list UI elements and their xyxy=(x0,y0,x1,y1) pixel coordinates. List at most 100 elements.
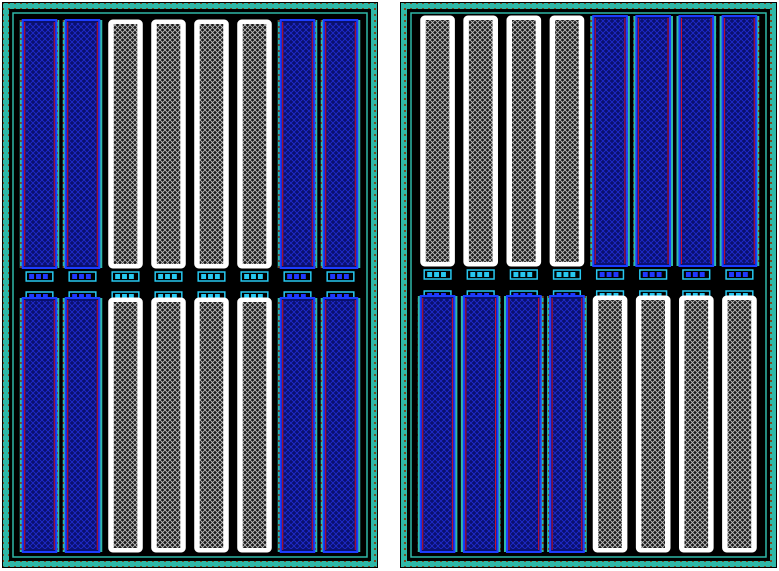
contact-square xyxy=(165,274,170,279)
finger-hatch xyxy=(682,19,711,263)
contact-square xyxy=(128,274,134,279)
contact-square xyxy=(649,272,655,277)
finger-hatch xyxy=(242,302,267,548)
finger-hatch xyxy=(156,302,181,548)
top-row-finger-7-blue xyxy=(277,19,318,269)
contact-square xyxy=(79,274,84,279)
bottom-row-finger-1-blue xyxy=(19,297,60,553)
top-row-finger-1-white xyxy=(420,15,455,267)
contact-square xyxy=(343,274,349,279)
contact-square xyxy=(300,274,306,279)
finger-hatch xyxy=(25,301,54,549)
contact-square xyxy=(699,272,705,277)
contact-square xyxy=(685,272,691,277)
bottom-row-finger-8-white xyxy=(722,295,757,553)
finger-hatch xyxy=(326,301,355,549)
contact-square xyxy=(656,272,662,277)
top-row-finger-8-blue xyxy=(320,19,361,269)
contact-square xyxy=(606,272,612,277)
top-row-finger-2-white xyxy=(463,15,499,267)
top-row-finger-1-blue xyxy=(19,19,60,269)
top-row-finger-4-white xyxy=(549,15,585,267)
contact-square xyxy=(729,272,734,277)
bottom-row-finger-6-white xyxy=(237,297,272,553)
finger-hatch xyxy=(68,23,97,265)
contact-square xyxy=(294,274,299,279)
contact-square xyxy=(692,272,698,277)
top-row-finger-5-blue xyxy=(590,15,630,267)
finger-hatch xyxy=(466,299,495,549)
finger-hatch xyxy=(283,301,312,549)
finger-hatch xyxy=(727,300,752,548)
finger-hatch xyxy=(199,24,224,264)
bottom-row-finger-7-blue xyxy=(277,297,318,553)
contact-square xyxy=(477,272,483,277)
bottom-row-finger-3-white xyxy=(108,297,143,553)
contact-square xyxy=(470,272,476,277)
contact-square xyxy=(85,274,91,279)
bottom-row-finger-2-blue xyxy=(460,295,501,553)
bottom-row-finger-4-blue xyxy=(547,295,587,553)
contact-square xyxy=(115,274,121,279)
contact-square xyxy=(171,274,177,279)
contact-square xyxy=(257,274,263,279)
contact-square xyxy=(330,274,336,279)
contact-square xyxy=(556,272,562,277)
top-row-finger-8-blue xyxy=(719,15,760,267)
contact-square xyxy=(563,272,569,277)
contact-square xyxy=(42,274,48,279)
bottom-row-finger-1-blue xyxy=(417,295,458,553)
contact-square xyxy=(513,272,519,277)
finger-hatch xyxy=(725,19,754,263)
contact-square xyxy=(527,272,533,277)
contact-square xyxy=(613,272,619,277)
top-row-finger-7-blue xyxy=(676,15,717,267)
contact-square xyxy=(599,272,605,277)
bottom-row-finger-4-white xyxy=(151,297,186,553)
finger-hatch xyxy=(553,299,581,549)
finger-hatch xyxy=(113,302,138,548)
finger-hatch xyxy=(25,23,54,265)
contact-square xyxy=(208,274,213,279)
contact-square xyxy=(642,272,648,277)
contact-square xyxy=(72,274,78,279)
contact-square xyxy=(735,272,741,277)
finger-hatch xyxy=(641,300,666,548)
finger-hatch xyxy=(684,300,709,548)
contact-square xyxy=(427,272,433,277)
contact-square xyxy=(36,274,41,279)
contact-square xyxy=(158,274,164,279)
finger-hatch xyxy=(326,23,355,265)
bottom-row-finger-5-white xyxy=(592,295,628,553)
contact-square xyxy=(434,272,440,277)
cells-root xyxy=(2,2,777,568)
top-row-finger-3-white xyxy=(108,19,143,269)
layout-canvas xyxy=(2,2,777,568)
finger-hatch xyxy=(639,19,668,263)
finger-hatch xyxy=(598,300,622,548)
top-row-finger-6-white xyxy=(237,19,272,269)
top-row-finger-2-blue xyxy=(62,19,103,269)
contact-square xyxy=(201,274,207,279)
contact-square xyxy=(742,272,748,277)
bottom-row-finger-2-blue xyxy=(62,297,103,553)
bottom-row-finger-8-blue xyxy=(320,297,361,553)
contact-square xyxy=(244,274,250,279)
finger-hatch xyxy=(68,301,97,549)
finger-hatch xyxy=(596,19,624,263)
finger-hatch xyxy=(425,20,450,262)
finger-hatch xyxy=(242,24,267,264)
contact-square xyxy=(287,274,293,279)
contact-square xyxy=(441,272,446,277)
finger-hatch xyxy=(511,20,536,262)
contact-square xyxy=(122,274,127,279)
finger-hatch xyxy=(283,23,312,265)
contact-square xyxy=(337,274,342,279)
contact-square xyxy=(29,274,35,279)
bottom-row-finger-3-blue xyxy=(503,295,544,553)
finger-hatch xyxy=(423,299,452,549)
finger-hatch xyxy=(156,24,181,264)
finger-hatch xyxy=(468,20,493,262)
finger-hatch xyxy=(199,302,224,548)
bottom-row-finger-7-white xyxy=(678,295,714,553)
